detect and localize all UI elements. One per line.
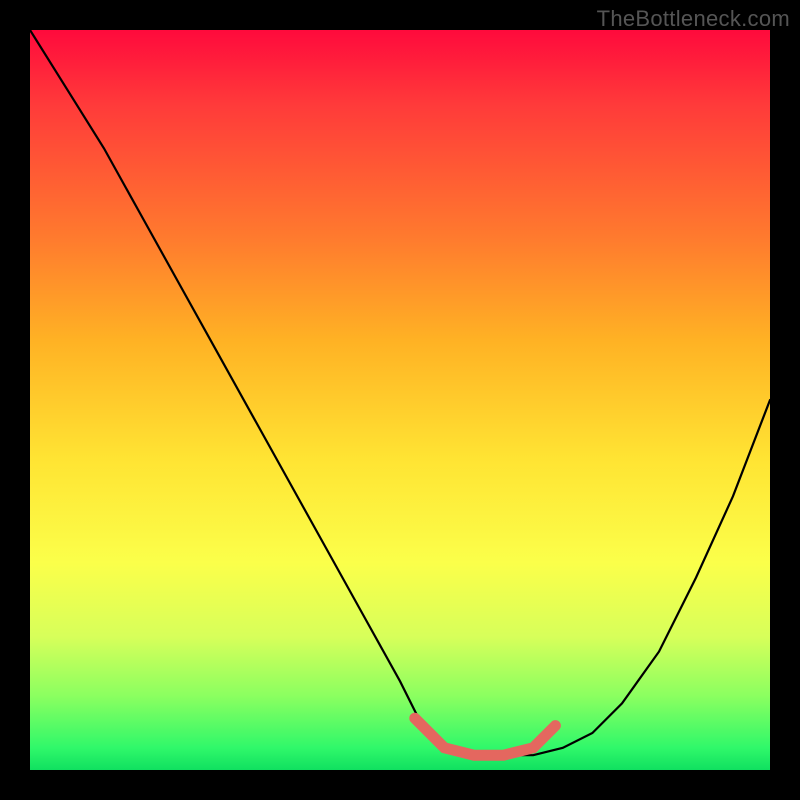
curve-layer [30, 30, 770, 770]
watermark-label: TheBottleneck.com [597, 6, 790, 32]
bottleneck-curve [30, 30, 770, 755]
chart-frame: TheBottleneck.com [0, 0, 800, 800]
optimal-zone-highlight [415, 718, 556, 755]
plot-gradient-area [30, 30, 770, 770]
